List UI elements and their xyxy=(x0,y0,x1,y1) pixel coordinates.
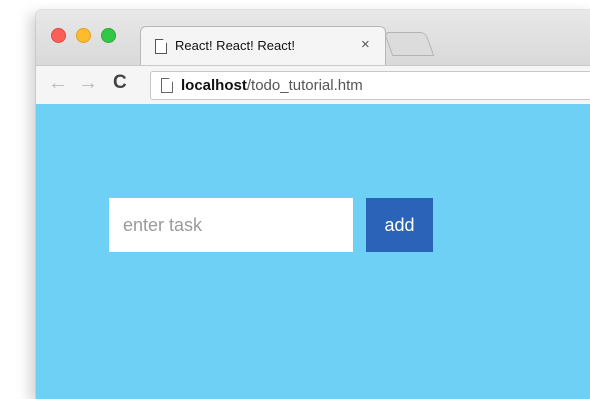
document-icon xyxy=(155,39,167,54)
forward-arrow-icon[interactable]: → xyxy=(78,72,98,95)
zoom-window-button[interactable] xyxy=(101,28,116,43)
new-tab-button[interactable] xyxy=(383,32,435,56)
task-input[interactable] xyxy=(109,198,353,252)
close-window-button[interactable] xyxy=(51,28,66,43)
reload-icon[interactable]: C xyxy=(113,72,127,94)
browser-window: React! React! React! × ← → C localhost/t… xyxy=(36,10,590,399)
tab-title: React! React! React! xyxy=(175,38,295,53)
url-text: localhost/todo_tutorial.htm xyxy=(181,77,363,94)
browser-toolbar: ← → C localhost/todo_tutorial.htm xyxy=(36,65,590,105)
url-host: localhost xyxy=(181,77,247,94)
close-tab-icon[interactable]: × xyxy=(361,36,370,53)
title-bar: React! React! React! × xyxy=(36,10,590,67)
browser-tab[interactable]: React! React! React! × xyxy=(140,26,386,67)
back-arrow-icon[interactable]: ← xyxy=(48,72,68,95)
address-bar[interactable]: localhost/todo_tutorial.htm xyxy=(150,71,590,100)
page-content: add xyxy=(36,104,590,399)
minimize-window-button[interactable] xyxy=(76,28,91,43)
document-icon xyxy=(161,78,173,93)
url-path: /todo_tutorial.htm xyxy=(246,77,363,94)
add-button[interactable]: add xyxy=(366,198,433,252)
